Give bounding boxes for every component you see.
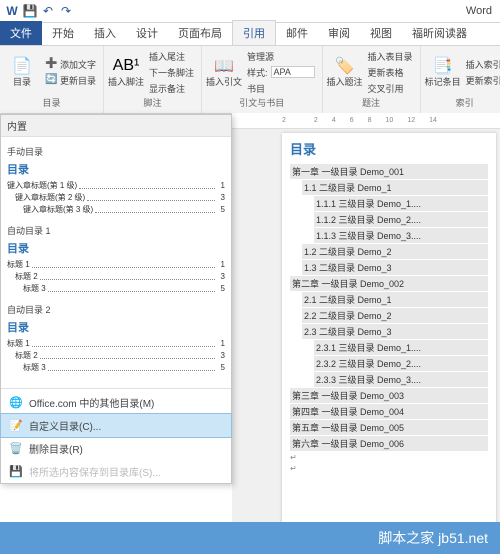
plus-icon: ➕ — [45, 58, 57, 70]
next-footnote-button[interactable]: 下一条脚注 — [146, 65, 197, 80]
insert-index-button[interactable]: 插入索引 — [463, 57, 500, 72]
add-text-button[interactable]: ➕添加文字 — [42, 57, 99, 72]
mark-entry-button[interactable]: 📑标记条目 — [425, 48, 461, 96]
tab-审阅[interactable]: 审阅 — [318, 21, 360, 45]
toc-entry[interactable]: 2.1 二级目录 Demo_1 — [302, 292, 488, 307]
toc-entry[interactable]: 第三章 一级目录 Demo_003 — [290, 388, 488, 403]
footnote-icon: AB¹ — [116, 56, 136, 76]
undo-icon[interactable]: ↶ — [40, 3, 56, 19]
toc-entry[interactable]: 1.1 二级目录 Demo_1 — [302, 180, 488, 195]
window-title: Word — [74, 5, 496, 17]
ribbon-tabs: 文件开始插入设计页面布局引用邮件审阅视图福昕阅读器 — [0, 23, 500, 46]
tab-邮件[interactable]: 邮件 — [276, 21, 318, 45]
tab-设计[interactable]: 设计 — [126, 21, 168, 45]
tab-页面布局[interactable]: 页面布局 — [168, 21, 232, 45]
ribbon: 📄目录 ➕添加文字 🔄更新目录 目录 AB¹插入脚注 插入尾注 下一条脚注 显示… — [0, 46, 500, 114]
office-icon: 🌐 — [9, 396, 23, 409]
toc-icon: 📄 — [12, 56, 32, 76]
toc-entry[interactable]: 第四章 一级目录 Demo_004 — [290, 404, 488, 419]
toc-entry[interactable]: 第五章 一级目录 Demo_005 — [290, 420, 488, 435]
watermark: 脚本之家 jb51.net — [0, 522, 500, 554]
toc-preview-auto2[interactable]: 目录 标题 11标题 23标题 35 — [7, 319, 225, 374]
toc-entry[interactable]: 1.1.1 三级目录 Demo_1.... — [314, 196, 488, 211]
save-icon: 💾 — [9, 465, 23, 478]
toc-entry[interactable]: 第一章 一级目录 Demo_001 — [290, 164, 488, 179]
delete-icon: 🗑️ — [9, 442, 23, 455]
paragraph-mark: ↵ — [290, 453, 488, 462]
cross-reference-button[interactable]: 交叉引用 — [365, 81, 416, 96]
tab-引用[interactable]: 引用 — [232, 20, 276, 45]
toc-entry[interactable]: 2.2 二级目录 Demo_2 — [302, 308, 488, 323]
bibliography-button[interactable]: 书目 — [244, 81, 318, 96]
index-icon: 📑 — [433, 56, 453, 76]
citation-icon: 📖 — [214, 56, 234, 76]
preview-label: 自动目录 2 — [7, 303, 225, 316]
redo-icon[interactable]: ↷ — [58, 3, 74, 19]
remove-toc[interactable]: 🗑️删除目录(R) — [1, 437, 231, 460]
insert-footnote-button[interactable]: AB¹插入脚注 — [108, 48, 144, 96]
toc-dropdown: 内置 手动目录 目录 键入章标题(第 1 级)1键入章标题(第 2 级)3键入章… — [0, 114, 232, 484]
toc-preview-auto1[interactable]: 目录 标题 11标题 23标题 35 — [7, 240, 225, 295]
toc-entry[interactable]: 2.3.3 三级目录 Demo_3.... — [314, 372, 488, 387]
save-selection-toc: 💾将所选内容保存到目录库(S)... — [1, 460, 231, 483]
toc-entry[interactable]: 1.1.3 三级目录 Demo_3.... — [314, 228, 488, 243]
preview-label: 自动目录 1 — [7, 224, 225, 237]
insert-caption-button[interactable]: 🏷️插入题注 — [327, 48, 363, 96]
group-label: 索引 — [425, 96, 500, 111]
toc-entry[interactable]: 2.3.2 三级目录 Demo_2.... — [314, 356, 488, 371]
group-label: 引文与书目 — [206, 96, 318, 111]
style-select[interactable]: 样式:APA — [244, 65, 318, 80]
insert-citation-button[interactable]: 📖插入引文 — [206, 48, 242, 96]
tab-福昕阅读器[interactable]: 福昕阅读器 — [402, 21, 477, 45]
paragraph-mark: ↵ — [290, 464, 488, 473]
office-more-toc[interactable]: 🌐Office.com 中的其他目录(M) — [1, 391, 231, 414]
update-toc-button[interactable]: 🔄更新目录 — [42, 73, 99, 88]
tab-开始[interactable]: 开始 — [42, 21, 84, 45]
toc-button[interactable]: 📄目录 — [4, 48, 40, 96]
toc-entry[interactable]: 1.2 二级目录 Demo_2 — [302, 244, 488, 259]
tab-插入[interactable]: 插入 — [84, 21, 126, 45]
save-icon[interactable]: 💾 — [22, 3, 38, 19]
insert-endnote-button[interactable]: 插入尾注 — [146, 49, 197, 64]
update-table-button[interactable]: 更新表格 — [365, 65, 416, 80]
manage-sources-button[interactable]: 管理源 — [244, 49, 318, 64]
group-label: 目录 — [4, 96, 99, 111]
toc-entry[interactable]: 2.3 二级目录 Demo_3 — [302, 324, 488, 339]
caption-icon: 🏷️ — [335, 56, 355, 76]
doc-toc-title: 目录 — [290, 139, 488, 158]
toc-entry[interactable]: 第二章 一级目录 Demo_002 — [290, 276, 488, 291]
word-icon: W — [4, 3, 20, 19]
refresh-icon: 🔄 — [45, 74, 57, 86]
show-notes-button[interactable]: 显示备注 — [146, 81, 197, 96]
custom-toc[interactable]: 📝自定义目录(C)... — [1, 414, 231, 437]
insert-table-figures-button[interactable]: 插入表目录 — [365, 49, 416, 64]
tab-文件[interactable]: 文件 — [0, 21, 42, 45]
preview-label: 手动目录 — [7, 145, 225, 158]
toc-entry[interactable]: 第六章 一级目录 Demo_006 — [290, 436, 488, 451]
group-label: 脚注 — [108, 96, 197, 111]
toc-entry[interactable]: 1.3 二级目录 Demo_3 — [302, 260, 488, 275]
document-page[interactable]: 目录 第一章 一级目录 Demo_0011.1 二级目录 Demo_11.1.1… — [282, 133, 496, 522]
dropdown-header: 内置 — [1, 115, 231, 137]
group-label: 题注 — [327, 96, 416, 111]
toc-entry[interactable]: 1.1.2 三级目录 Demo_2.... — [314, 212, 488, 227]
tab-视图[interactable]: 视图 — [360, 21, 402, 45]
ruler[interactable]: 22468101214 — [232, 113, 500, 129]
update-index-button[interactable]: 更新索引 — [463, 73, 500, 88]
toc-entry[interactable]: 2.3.1 三级目录 Demo_1.... — [314, 340, 488, 355]
toc-preview-manual[interactable]: 目录 键入章标题(第 1 级)1键入章标题(第 2 级)3键入章标题(第 3 级… — [7, 161, 225, 216]
list-icon: 📝 — [9, 419, 23, 432]
